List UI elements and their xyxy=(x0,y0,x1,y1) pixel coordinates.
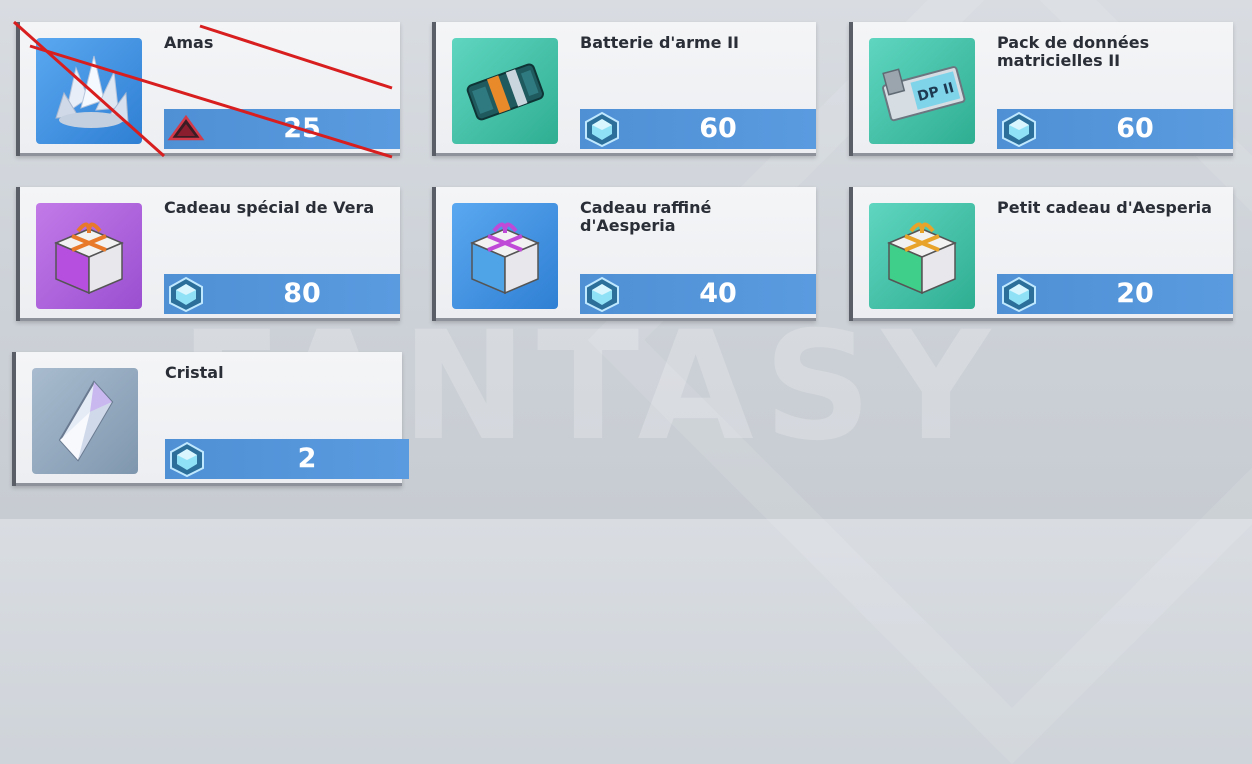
shop-item-card-matrix-data-pack[interactable]: DP II Pack de données matricielles II 60 xyxy=(849,22,1233,156)
item-name: Pack de données matricielles II xyxy=(997,33,1150,70)
weapon-battery-icon xyxy=(452,38,558,144)
item-price: 60 xyxy=(1116,113,1154,144)
item-name: Cristal xyxy=(165,363,224,382)
dark-crystal-currency-icon xyxy=(582,111,622,147)
red-triangle-currency-icon xyxy=(166,111,206,147)
item-price: 60 xyxy=(699,113,737,144)
item-price: 25 xyxy=(283,113,321,144)
special-gift-box-icon xyxy=(36,203,142,309)
shop-item-card-aesperia-small-gift[interactable]: Petit cadeau d'Aesperia 20 xyxy=(849,187,1233,321)
item-name: Cadeau spécial de Vera xyxy=(164,198,375,217)
item-name: Petit cadeau d'Aesperia xyxy=(997,198,1212,217)
shop-item-card-amas[interactable]: Amas 25 xyxy=(16,22,400,156)
price-bar[interactable]: 20 xyxy=(997,274,1233,314)
price-bar[interactable]: 25 xyxy=(164,109,400,149)
shop-item-card-vera-special-gift[interactable]: Cadeau spécial de Vera 80 xyxy=(16,187,400,321)
shop-item-card-crystal[interactable]: Cristal 2 xyxy=(12,352,409,486)
dark-crystal-currency-icon xyxy=(167,441,207,477)
matrix-data-pack-icon: DP II xyxy=(869,38,975,144)
small-gift-box-icon xyxy=(869,203,975,309)
item-name: Amas xyxy=(164,33,214,52)
item-price: 40 xyxy=(699,278,737,309)
dark-crystal-currency-icon xyxy=(999,111,1039,147)
item-price: 2 xyxy=(297,443,317,474)
crystal-cluster-icon xyxy=(36,38,142,144)
crystal-icon xyxy=(32,368,138,474)
dark-crystal-currency-icon xyxy=(582,276,622,312)
price-bar[interactable]: 40 xyxy=(580,274,816,314)
dark-crystal-currency-icon xyxy=(166,276,206,312)
price-bar[interactable]: 60 xyxy=(580,109,816,149)
price-bar[interactable]: 80 xyxy=(164,274,400,314)
dark-crystal-currency-icon xyxy=(999,276,1039,312)
item-price: 80 xyxy=(283,278,321,309)
price-bar[interactable]: 60 xyxy=(997,109,1233,149)
item-name: Batterie d'arme II xyxy=(580,33,739,52)
price-bar[interactable]: 2 xyxy=(165,439,409,479)
item-name: Cadeau raffiné d'Aesperia xyxy=(580,198,712,235)
shop-item-card-aesperia-refined-gift[interactable]: Cadeau raffiné d'Aesperia 40 xyxy=(432,187,816,321)
item-price: 20 xyxy=(1116,278,1154,309)
shop-item-card-weapon-battery[interactable]: Batterie d'arme II 60 xyxy=(432,22,816,156)
refined-gift-box-icon xyxy=(452,203,558,309)
